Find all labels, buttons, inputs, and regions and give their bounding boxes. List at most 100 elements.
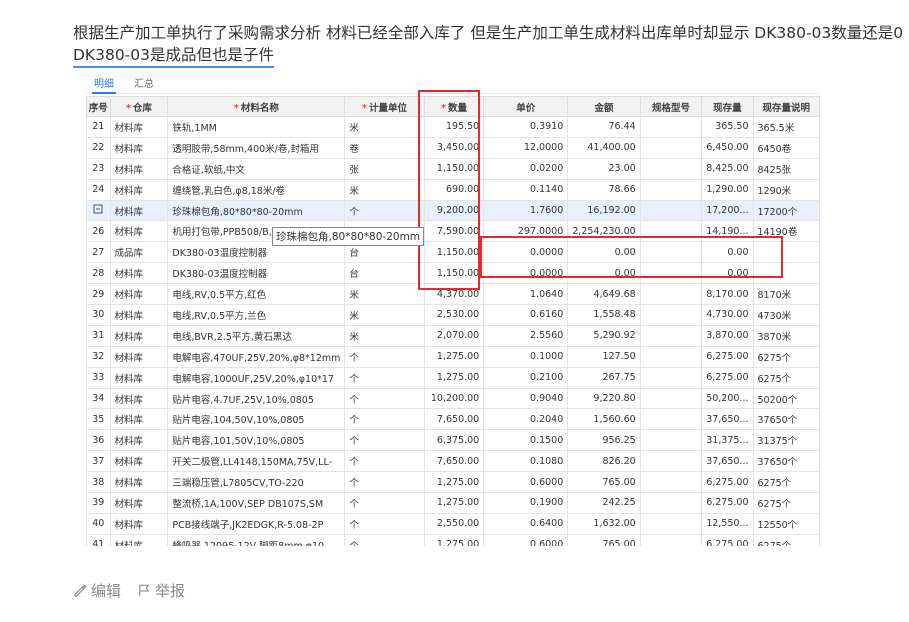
row-no[interactable]: 37 bbox=[86, 450, 111, 473]
row-price[interactable]: 2.5560 bbox=[483, 324, 569, 347]
row-amount[interactable]: 127.50 bbox=[567, 345, 641, 368]
row-warehouse[interactable]: 材料库 bbox=[109, 283, 169, 306]
row-price[interactable]: 12.0000 bbox=[483, 136, 569, 159]
row-stock-desc[interactable]: 6275个 bbox=[752, 533, 820, 546]
row-qty[interactable]: 690.00 bbox=[423, 178, 485, 201]
row-spec[interactable] bbox=[639, 492, 703, 514]
row-amount[interactable]: 765.00 bbox=[567, 471, 641, 494]
table-row[interactable]: 40 材料库 PCB接线端子,JK2EDGK,R-5.08-2P 个 2,550.00 0… bbox=[86, 512, 820, 535]
row-qty[interactable]: 1,275.00 bbox=[423, 345, 485, 368]
table-row[interactable]: 38 材料库 三端稳压管,L7805CV,TO-220 个 1,275.00 0.6000… bbox=[86, 471, 820, 494]
row-qty[interactable]: 3,450.00 bbox=[423, 136, 485, 159]
row-amount[interactable]: 1,558.48 bbox=[567, 304, 641, 326]
col-header-name[interactable]: * 材料名称 bbox=[167, 96, 346, 117]
row-warehouse[interactable]: 材料库 bbox=[109, 512, 169, 535]
row-spec[interactable] bbox=[639, 157, 703, 180]
row-material-name[interactable]: 贴片电容,104,50V,10%,0805 bbox=[167, 408, 346, 431]
row-stock-desc[interactable]: 1290米 bbox=[752, 178, 820, 201]
row-material-name[interactable]: 整流桥,1A,100V,SEP DB107S,SM bbox=[167, 492, 346, 514]
row-stock[interactable]: 6,275.00 bbox=[701, 533, 754, 546]
row-unit[interactable]: 个 bbox=[344, 492, 425, 514]
row-unit[interactable]: 米 bbox=[344, 283, 425, 306]
row-warehouse[interactable]: 材料库 bbox=[109, 220, 169, 243]
tab-detail[interactable]: 明细 bbox=[92, 75, 116, 94]
row-stock[interactable]: 14,190... bbox=[701, 220, 754, 243]
row-price[interactable]: 0.6400 bbox=[483, 512, 569, 535]
row-stock-desc[interactable]: 6275个 bbox=[752, 471, 820, 494]
row-warehouse[interactable]: 材料库 bbox=[109, 533, 169, 546]
row-spec[interactable] bbox=[639, 429, 703, 452]
row-unit[interactable]: 个 bbox=[344, 471, 425, 494]
row-warehouse[interactable]: 材料库 bbox=[109, 178, 169, 201]
row-no[interactable]: 34 bbox=[86, 387, 111, 410]
row-stock-desc[interactable]: 31375个 bbox=[752, 429, 820, 452]
row-qty[interactable]: 1,275.00 bbox=[423, 471, 485, 494]
row-amount[interactable]: 23.00 bbox=[567, 157, 641, 180]
table-row[interactable]: 29 材料库 电线,RV,0.5平方,红色米 4,370.00 1.0640 4,649.… bbox=[86, 283, 820, 306]
row-unit[interactable]: 个 bbox=[344, 429, 425, 452]
row-material-name[interactable]: 电解电容,1000UF,25V,20%,φ10*17 bbox=[167, 366, 346, 389]
row-qty[interactable]: 10,200.00 bbox=[423, 387, 485, 410]
row-no[interactable]: 32 bbox=[86, 345, 111, 368]
row-qty[interactable]: 1,150.00 bbox=[423, 241, 485, 264]
table-row[interactable]: 41材料库蜂鸣器,12095-12V,脚距8mm,φ10,个1,275.000.… bbox=[86, 533, 820, 546]
table-row[interactable]: 24 材料库 缠绕管,乳白色,φ8,18米/卷米 690.00 0.1140 78.66 1… bbox=[86, 178, 820, 201]
table-row[interactable]: 21 材料库 铁轨,1MM 米 195.50 0.3910 76.44 365.50 365.5… bbox=[86, 116, 820, 138]
row-price[interactable]: 0.2040 bbox=[483, 408, 569, 431]
row-no[interactable]: 23 bbox=[86, 157, 111, 180]
row-no[interactable]: 36 bbox=[86, 429, 111, 452]
row-amount[interactable]: 76.44 bbox=[567, 116, 641, 138]
table-row[interactable]: 34 材料库 贴片电容,4.7UF,25V,10%,0805 个 10,200.00 0.… bbox=[86, 387, 820, 410]
row-unit[interactable]: 米 bbox=[344, 324, 425, 347]
row-stock[interactable]: 12,550... bbox=[701, 512, 754, 535]
row-amount[interactable]: 41,400.00 bbox=[567, 136, 641, 159]
row-stock[interactable]: 4,730.00 bbox=[701, 304, 754, 326]
row-price[interactable]: 0.1080 bbox=[483, 450, 569, 473]
col-header-no[interactable]: 序号 bbox=[86, 96, 111, 117]
row-warehouse[interactable]: 材料库 bbox=[109, 157, 169, 180]
row-unit[interactable]: 个 bbox=[344, 366, 425, 389]
row-no[interactable]: 22 bbox=[86, 136, 111, 159]
row-price[interactable]: 0.1500 bbox=[483, 429, 569, 452]
row-material-name[interactable]: 珍珠棉包角,80*80*80-20mm bbox=[167, 199, 346, 222]
row-price[interactable]: 297.0000 bbox=[483, 220, 569, 243]
row-stock[interactable]: 17,200... bbox=[701, 199, 754, 222]
col-header-stock-desc[interactable]: 现存量说明 bbox=[752, 96, 820, 117]
row-spec[interactable] bbox=[639, 283, 703, 306]
row-qty[interactable]: 2,550.00 bbox=[423, 512, 485, 535]
table-row[interactable]: 30 材料库 电线,RV,0.5平方,兰色米 2,530.00 0.6160 1,558.… bbox=[86, 304, 820, 326]
row-price[interactable]: 0.1000 bbox=[483, 345, 569, 368]
row-amount[interactable]: 9,220.80 bbox=[567, 387, 641, 410]
row-qty[interactable]: 7,650.00 bbox=[423, 450, 485, 473]
row-no[interactable]: 29 bbox=[86, 283, 111, 306]
row-spec[interactable] bbox=[639, 345, 703, 368]
row-price[interactable]: 0.2100 bbox=[483, 366, 569, 389]
table-row[interactable]: 37 材料库 开关二极管,LL4148,150MA,75V,LL- 个 7,650.00… bbox=[86, 450, 820, 473]
table-row[interactable]: 26材料库机用打包带,PPB508/B,卷7,590.00297.00002,2… bbox=[86, 220, 820, 243]
table-row[interactable]: 33 材料库 电解电容,1000UF,25V,20%,φ10*17 个 1,275.00… bbox=[86, 366, 820, 389]
row-material-name[interactable]: 电线,RV,0.5平方,红色 bbox=[167, 283, 346, 306]
row-warehouse[interactable]: 材料库 bbox=[109, 492, 169, 514]
col-header-amount[interactable]: 金额 bbox=[567, 96, 641, 117]
col-header-stock[interactable]: 现存量 bbox=[701, 96, 754, 117]
edit-button[interactable]: 编辑 bbox=[73, 580, 121, 601]
col-header-warehouse[interactable]: * 仓库 bbox=[109, 96, 169, 117]
row-qty[interactable]: 7,650.00 bbox=[423, 408, 485, 431]
row-unit[interactable]: 米 bbox=[344, 304, 425, 326]
row-amount[interactable]: 5,290.92 bbox=[567, 324, 641, 347]
row-material-name[interactable]: DK380-03温度控制器 bbox=[167, 262, 346, 285]
row-stock-desc[interactable]: 6275个 bbox=[752, 366, 820, 389]
row-spec[interactable] bbox=[639, 408, 703, 431]
row-qty[interactable]: 9,200.00 bbox=[423, 199, 485, 222]
row-amount[interactable]: 1,560.60 bbox=[567, 408, 641, 431]
row-amount[interactable]: 956.25 bbox=[567, 429, 641, 452]
row-unit[interactable]: 张 bbox=[344, 157, 425, 180]
row-material-name[interactable]: 铁轨,1MM bbox=[167, 116, 346, 138]
row-no[interactable]: 21 bbox=[86, 116, 111, 138]
row-no[interactable]: 40 bbox=[86, 512, 111, 535]
row-no[interactable]: 35 bbox=[86, 408, 111, 431]
row-no[interactable]: 33 bbox=[86, 366, 111, 389]
col-header-spec[interactable]: 规格型号 bbox=[639, 96, 703, 117]
row-unit[interactable]: 个 bbox=[344, 533, 425, 546]
row-stock-desc[interactable]: 17200个 bbox=[752, 199, 820, 222]
